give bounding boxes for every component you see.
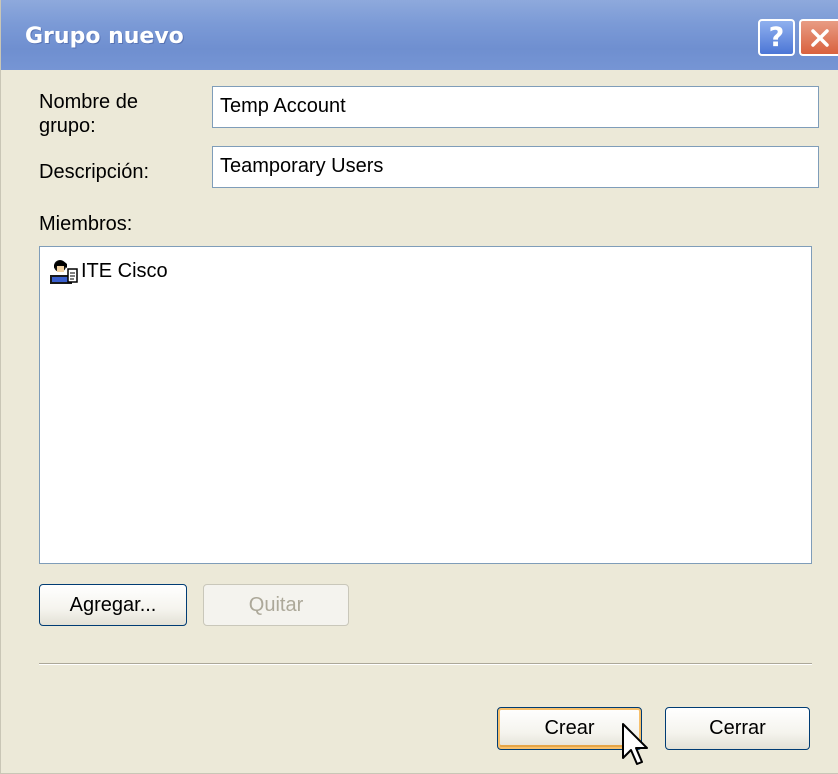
list-item[interactable]: ITE Cisco (48, 257, 168, 285)
group-name-label: Nombre de grupo: (39, 91, 138, 137)
group-name-field[interactable]: Temp Account (212, 86, 819, 128)
help-icon: ? (768, 22, 785, 53)
window-title: Grupo nuevo (25, 24, 184, 49)
close-button[interactable]: Cerrar (665, 707, 810, 750)
description-field[interactable]: Teamporary Users (212, 146, 819, 188)
arrow-pointer-icon (622, 723, 648, 765)
separator (39, 663, 812, 665)
description-label: Descripción: (39, 161, 150, 183)
members-label: Miembros: (39, 213, 133, 235)
help-button[interactable]: ? (758, 19, 795, 56)
user-icon (50, 260, 78, 284)
dialog-window: Grupo nuevo ? Nombre de grupo: Temp Acco… (0, 0, 838, 774)
add-button[interactable]: Agregar... (39, 584, 187, 626)
close-window-button[interactable] (799, 19, 838, 56)
member-name: ITE Cisco (81, 259, 168, 282)
close-icon (811, 28, 829, 47)
members-list[interactable]: ITE Cisco (39, 246, 812, 564)
title-bar[interactable]: Grupo nuevo ? (1, 0, 838, 70)
remove-button[interactable]: Quitar (203, 584, 349, 626)
